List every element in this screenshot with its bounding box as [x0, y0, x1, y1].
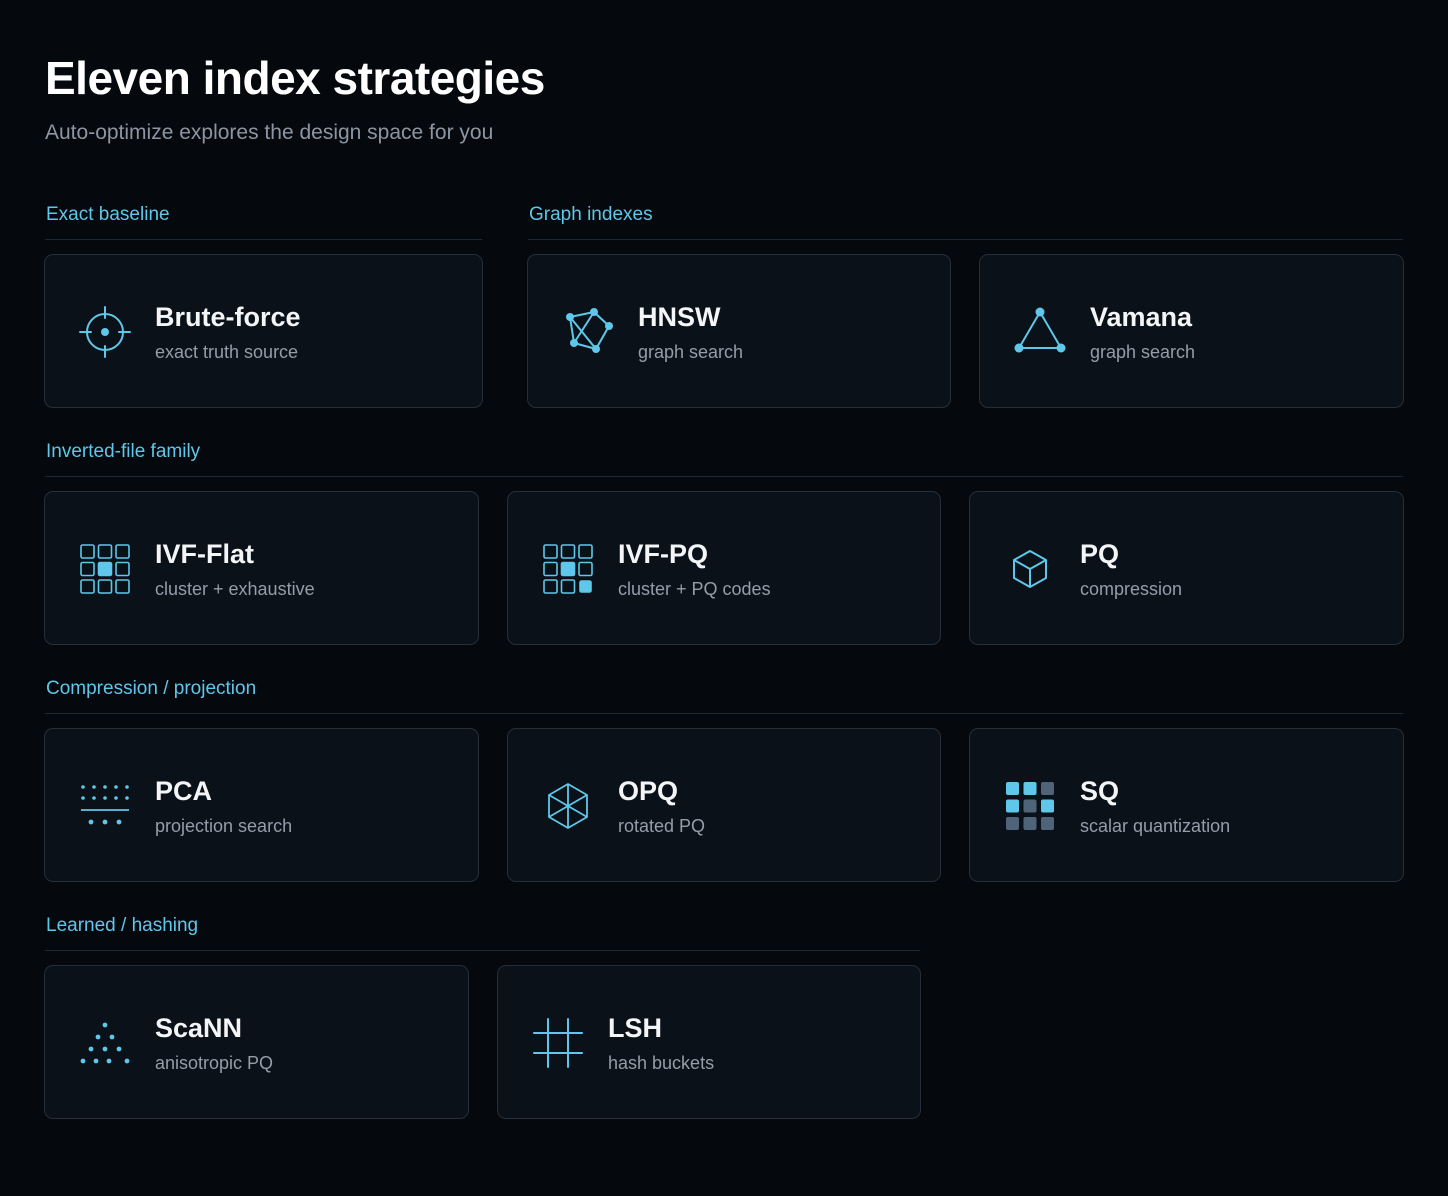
section-divider-graph [528, 239, 1403, 240]
projection-dots-icon [77, 778, 133, 834]
triangle-graph-icon [1012, 304, 1068, 360]
section-label-graph: Graph indexes [529, 204, 653, 225]
card-description: anisotropic PQ [155, 1053, 274, 1073]
card-name: OPQ [618, 776, 679, 806]
cube-icon [1002, 541, 1058, 597]
dot-pyramid-icon [77, 1015, 133, 1071]
card-description: cluster + exhaustive [155, 579, 315, 599]
section-label-exact: Exact baseline [46, 204, 170, 225]
card-vamana[interactable]: Vamana graph search [979, 254, 1404, 408]
card-description: graph search [638, 342, 744, 362]
card-description: hash buckets [608, 1053, 715, 1073]
page: Eleven index strategies Auto-optimize ex… [0, 0, 1448, 1196]
card-pq[interactable]: PQ compression [969, 491, 1404, 645]
card-name: PCA [155, 776, 213, 806]
card-name: IVF-PQ [618, 539, 709, 569]
crosshair-icon [77, 304, 133, 360]
section-divider-ivf [45, 476, 1403, 477]
card-name: ScaNN [155, 1013, 243, 1043]
rotated-cube-icon [540, 778, 596, 834]
card-name: LSH [608, 1013, 662, 1043]
section-label-ivf: Inverted-file family [46, 441, 201, 462]
page-title: Eleven index strategies [45, 52, 545, 104]
section-label-compression: Compression / projection [46, 678, 257, 699]
card-scann[interactable]: ScaNN anisotropic PQ [44, 965, 469, 1119]
card-opq[interactable]: OPQ rotated PQ [507, 728, 941, 882]
card-description: scalar quantization [1080, 816, 1231, 836]
card-description: cluster + PQ codes [618, 579, 771, 599]
card-description: exact truth source [155, 342, 299, 362]
card-name: SQ [1080, 776, 1120, 806]
card-hnsw[interactable]: HNSW graph search [527, 254, 951, 408]
card-name: HNSW [638, 302, 721, 332]
section-divider-exact [45, 239, 482, 240]
card-brute-force[interactable]: Brute-force exact truth source [44, 254, 483, 408]
card-description: graph search [1090, 342, 1196, 362]
quantization-grid-icon [1002, 778, 1058, 834]
hash-grid-icon [530, 1015, 586, 1071]
section-divider-learned [45, 950, 920, 951]
card-name: Brute-force [155, 302, 301, 332]
card-ivf-flat[interactable]: IVF-Flat cluster + exhaustive [44, 491, 479, 645]
graph-nodes-icon [560, 304, 616, 360]
card-lsh[interactable]: LSH hash buckets [497, 965, 921, 1119]
grid-cluster-icon [77, 541, 133, 597]
card-sq[interactable]: SQ scalar quantization [969, 728, 1404, 882]
card-name: IVF-Flat [155, 539, 254, 569]
grid-cluster-codes-icon [540, 541, 596, 597]
section-label-learned: Learned / hashing [46, 915, 199, 936]
card-ivf-pq[interactable]: IVF-PQ cluster + PQ codes [507, 491, 941, 645]
page-subtitle: Auto-optimize explores the design space … [45, 121, 494, 144]
card-name: PQ [1080, 539, 1120, 569]
card-description: compression [1080, 579, 1183, 599]
card-description: projection search [155, 816, 293, 836]
card-pca[interactable]: PCA projection search [44, 728, 479, 882]
section-divider-compression [45, 713, 1403, 714]
card-description: rotated PQ [618, 816, 706, 836]
card-name: Vamana [1090, 302, 1193, 332]
